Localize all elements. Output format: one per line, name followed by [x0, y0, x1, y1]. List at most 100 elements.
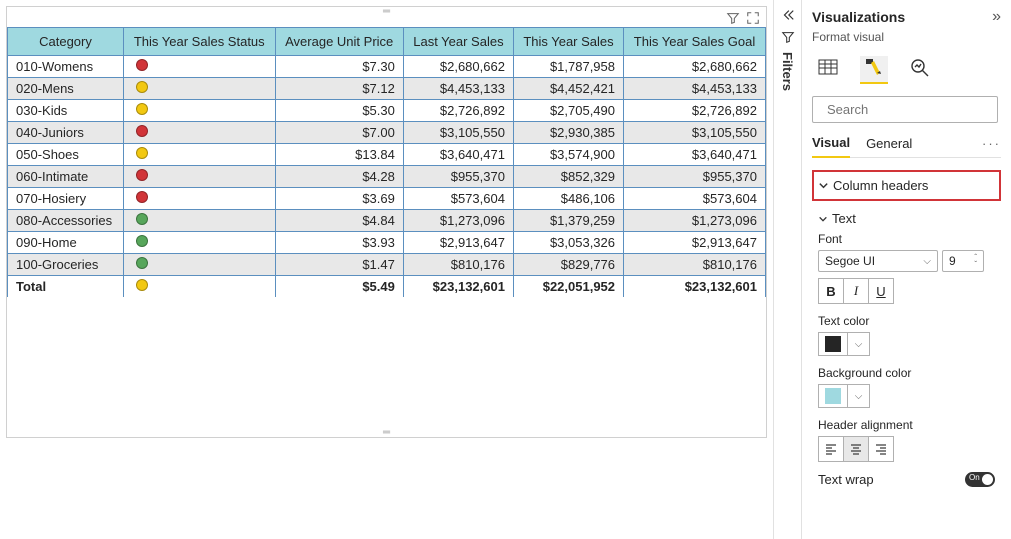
text-color-picker[interactable]: ⌵ [818, 332, 1001, 356]
status-indicator-icon [136, 81, 148, 93]
text-wrap-label: Text wrap [818, 472, 874, 487]
status-indicator-icon [136, 235, 148, 247]
filter-icon [781, 30, 795, 44]
status-indicator-icon [136, 125, 148, 137]
column-header[interactable]: This Year Sales Goal [624, 28, 766, 56]
pane-subtitle: Format visual [812, 30, 1001, 44]
table-row[interactable]: 060-Intimate$4.28$955,370$852,329$955,37… [8, 166, 766, 188]
column-header[interactable]: Average Unit Price [275, 28, 403, 56]
table-cell: $23,132,601 [403, 276, 513, 298]
table-cell: $22,051,952 [513, 276, 623, 298]
table-cell [123, 254, 275, 276]
column-header[interactable]: This Year Sales [513, 28, 623, 56]
table-row[interactable]: 020-Mens$7.12$4,453,133$4,452,421$4,453,… [8, 78, 766, 100]
table-cell [123, 276, 275, 298]
table-cell: $1,379,259 [513, 210, 623, 232]
expand-left-icon[interactable] [781, 8, 795, 22]
visualizations-pane: Visualizations » Format visual Visual Ge… [801, 0, 1011, 539]
table-row[interactable]: Total$5.49$23,132,601$22,051,952$23,132,… [8, 276, 766, 298]
filter-icon[interactable] [726, 11, 740, 25]
accordion-text[interactable]: Text [818, 211, 1001, 226]
table-cell: 050-Shoes [8, 144, 124, 166]
table-cell: $2,680,662 [624, 56, 766, 78]
align-left-button[interactable] [818, 436, 844, 462]
chevron-down-icon [818, 214, 828, 224]
focus-mode-icon[interactable] [746, 11, 760, 25]
table-cell: 070-Hosiery [8, 188, 124, 210]
filters-pane-collapsed[interactable]: Filters [773, 0, 801, 539]
table-cell: $1.47 [275, 254, 403, 276]
table-cell: $829,776 [513, 254, 623, 276]
table-cell: $3.69 [275, 188, 403, 210]
resize-handle-bottom[interactable]: ═ [383, 427, 390, 438]
bg-color-picker[interactable]: ⌵ [818, 384, 1001, 408]
table-cell: 100-Groceries [8, 254, 124, 276]
font-size-input[interactable]: 9ˆˇ [942, 250, 984, 272]
tabs-more-icon[interactable]: ··· [982, 136, 1001, 157]
bold-button[interactable]: B [818, 278, 844, 304]
chevron-down-icon [818, 180, 829, 191]
table-cell: 080-Accessories [8, 210, 124, 232]
table-cell: $2,930,385 [513, 122, 623, 144]
table-cell [123, 100, 275, 122]
table-row[interactable]: 050-Shoes$13.84$3,640,471$3,574,900$3,64… [8, 144, 766, 166]
table-cell: 010-Womens [8, 56, 124, 78]
table-cell: $13.84 [275, 144, 403, 166]
table-row[interactable]: 100-Groceries$1.47$810,176$829,776$810,1… [8, 254, 766, 276]
table-cell: $955,370 [403, 166, 513, 188]
table-cell: $3,640,471 [624, 144, 766, 166]
table-cell: $5.30 [275, 100, 403, 122]
column-header[interactable]: Last Year Sales [403, 28, 513, 56]
table-cell [123, 188, 275, 210]
table-row[interactable]: 010-Womens$7.30$2,680,662$1,787,958$2,68… [8, 56, 766, 78]
collapse-pane-icon[interactable]: » [992, 8, 1001, 26]
table-cell: $1,273,096 [624, 210, 766, 232]
table-cell: $3,105,550 [403, 122, 513, 144]
tab-general[interactable]: General [866, 136, 912, 157]
table-cell: $7.00 [275, 122, 403, 144]
status-indicator-icon [136, 279, 148, 291]
table-cell: 020-Mens [8, 78, 124, 100]
table-cell: $23,132,601 [624, 276, 766, 298]
align-label: Header alignment [818, 418, 1001, 432]
column-header[interactable]: This Year Sales Status [123, 28, 275, 56]
table-cell: $2,726,892 [624, 100, 766, 122]
column-header[interactable]: Category [8, 28, 124, 56]
underline-button[interactable]: U [868, 278, 894, 304]
analytics-icon[interactable] [906, 54, 934, 82]
build-visual-icon[interactable] [814, 54, 842, 82]
table-cell: $810,176 [624, 254, 766, 276]
status-indicator-icon [136, 257, 148, 269]
bg-color-label: Background color [818, 366, 1001, 380]
table-cell: $3,053,326 [513, 232, 623, 254]
table-cell [123, 166, 275, 188]
table-cell: 060-Intimate [8, 166, 124, 188]
italic-button[interactable]: I [843, 278, 869, 304]
font-family-select[interactable]: Segoe UI⌵ [818, 250, 938, 272]
table-cell: $2,726,892 [403, 100, 513, 122]
table-cell: $2,913,647 [624, 232, 766, 254]
table-cell: $3,105,550 [624, 122, 766, 144]
table-row[interactable]: 040-Juniors$7.00$3,105,550$2,930,385$3,1… [8, 122, 766, 144]
resize-handle-top[interactable]: ═ [383, 6, 390, 17]
pane-title: Visualizations [812, 9, 905, 25]
accordion-column-headers[interactable]: Column headers [812, 170, 1001, 201]
text-wrap-toggle[interactable]: On [965, 472, 995, 487]
search-input[interactable] [812, 96, 998, 123]
tab-visual[interactable]: Visual [812, 135, 850, 158]
table-cell: $4,453,133 [624, 78, 766, 100]
align-center-button[interactable] [843, 436, 869, 462]
table-cell [123, 144, 275, 166]
status-indicator-icon [136, 213, 148, 225]
table-cell: $2,913,647 [403, 232, 513, 254]
table-row[interactable]: 080-Accessories$4.84$1,273,096$1,379,259… [8, 210, 766, 232]
table-cell: Total [8, 276, 124, 298]
table-row[interactable]: 030-Kids$5.30$2,726,892$2,705,490$2,726,… [8, 100, 766, 122]
align-right-button[interactable] [868, 436, 894, 462]
table-row[interactable]: 070-Hosiery$3.69$573,604$486,106$573,604 [8, 188, 766, 210]
table-row[interactable]: 090-Home$3.93$2,913,647$3,053,326$2,913,… [8, 232, 766, 254]
table-cell: $810,176 [403, 254, 513, 276]
table-cell: $573,604 [624, 188, 766, 210]
table-visual-frame[interactable]: ═ CategoryThis Year Sales StatusAverage … [6, 6, 767, 438]
format-visual-icon[interactable] [860, 56, 888, 84]
